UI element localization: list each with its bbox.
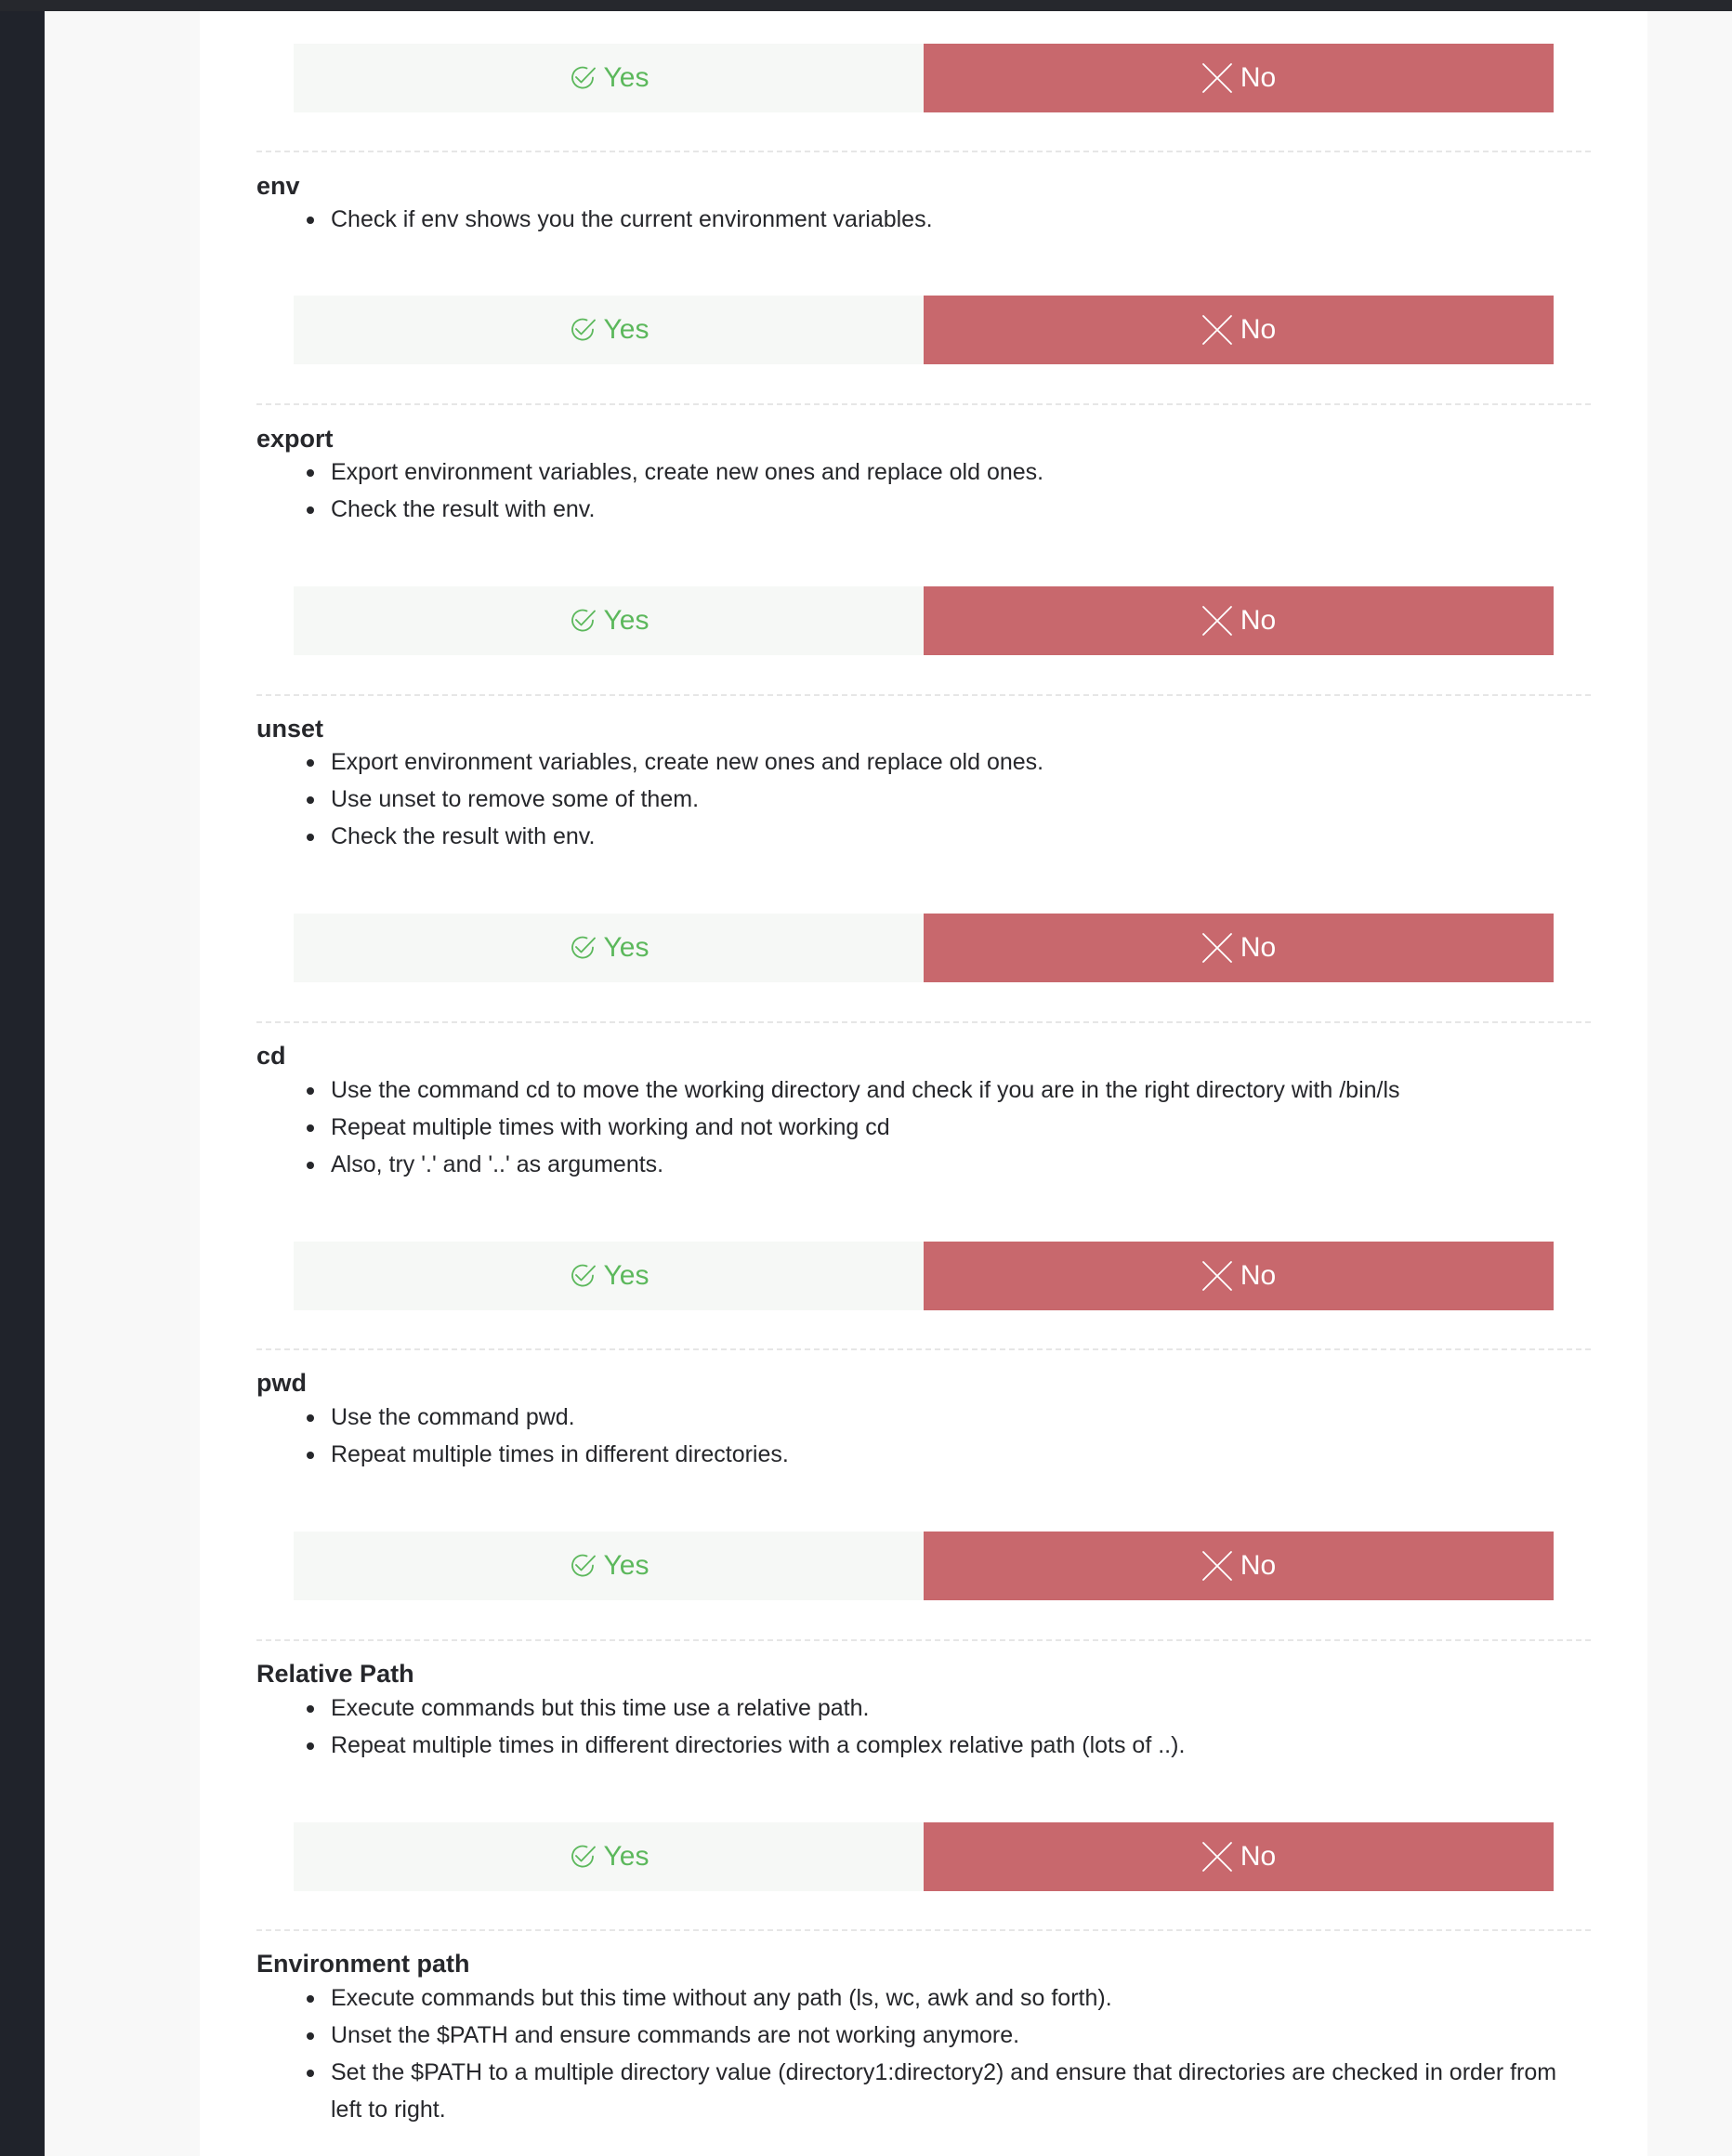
checklist: Use the command cd to move the working d… (256, 1071, 1591, 1183)
yes-label: Yes (603, 1260, 650, 1291)
checklist-item: Check the result with env. (256, 491, 1591, 528)
close-icon (1201, 933, 1232, 963)
section-divider (256, 1348, 1591, 1350)
check-circle-icon (571, 1845, 596, 1868)
no-label: No (1240, 1550, 1277, 1581)
answer-row: Yes No (294, 586, 1554, 655)
no-button[interactable]: No (924, 44, 1554, 112)
checklist: Execute commands but this time use a rel… (256, 1689, 1591, 1764)
checklist-item: Repeat multiple times in different direc… (256, 1727, 1591, 1764)
check-circle-icon (571, 936, 596, 959)
no-label: No (1240, 605, 1277, 636)
section-divider (256, 151, 1591, 152)
yes-button[interactable]: Yes (294, 586, 924, 655)
checklist-item: Export environment variables, create new… (256, 743, 1591, 781)
answer-row: Yes No (294, 1532, 1554, 1600)
checklist: Export environment variables, create new… (256, 743, 1591, 855)
section-title: export (256, 425, 334, 453)
close-icon (1201, 63, 1232, 93)
checklist: Check if env shows you the current envir… (256, 201, 1591, 238)
no-label: No (1240, 314, 1277, 345)
check-circle-icon (571, 66, 596, 89)
no-button[interactable]: No (924, 296, 1554, 364)
checklist-item: Repeat multiple times with working and n… (256, 1109, 1591, 1146)
checklist-item: Use the command pwd. (256, 1399, 1591, 1436)
yes-label: Yes (603, 605, 650, 636)
section-title: unset (256, 715, 324, 743)
checklist-item: Set the $PATH to a multiple directory va… (256, 2054, 1591, 2128)
checklist-item: Export environment variables, create new… (256, 454, 1591, 491)
check-circle-icon (571, 1554, 596, 1577)
check-circle-icon (571, 318, 596, 341)
section-divider (256, 1639, 1591, 1641)
yes-button[interactable]: Yes (294, 296, 924, 364)
left-sidebar (0, 11, 45, 2156)
checklist: Execute commands but this time without a… (256, 1979, 1591, 2128)
yes-label: Yes (603, 932, 650, 963)
window-top-bar (0, 0, 1732, 11)
section-title: cd (256, 1042, 286, 1070)
section-title: env (256, 172, 300, 200)
check-circle-icon (571, 609, 596, 632)
close-icon (1201, 1551, 1232, 1581)
close-icon (1201, 1261, 1232, 1291)
yes-label: Yes (603, 1841, 650, 1872)
checklist-item: Unset the $PATH and ensure commands are … (256, 2017, 1591, 2054)
checklist-item: Execute commands but this time without a… (256, 1979, 1591, 2017)
yes-label: Yes (603, 62, 650, 93)
checklist-item: Use unset to remove some of them. (256, 781, 1591, 818)
section-divider (256, 1929, 1591, 1931)
yes-button[interactable]: Yes (294, 44, 924, 112)
section-title: Environment path (256, 1950, 470, 1978)
yes-label: Yes (603, 1550, 650, 1581)
yes-button[interactable]: Yes (294, 1822, 924, 1891)
no-button[interactable]: No (924, 914, 1554, 982)
no-button[interactable]: No (924, 586, 1554, 655)
checklist-item: Repeat multiple times in different direc… (256, 1436, 1591, 1473)
checklist-item: Also, try '.' and '..' as arguments. (256, 1146, 1591, 1183)
yes-button[interactable]: Yes (294, 914, 924, 982)
checklist-item: Check if env shows you the current envir… (256, 201, 1591, 238)
answer-row: Yes No (294, 1242, 1554, 1310)
checklist-item: Use the command cd to move the working d… (256, 1071, 1591, 1109)
no-label: No (1240, 1841, 1277, 1872)
close-icon (1201, 606, 1232, 636)
answer-row: Yes No (294, 296, 1554, 364)
no-label: No (1240, 1260, 1277, 1291)
answer-row-previous: Yes No (294, 44, 1554, 112)
yes-button[interactable]: Yes (294, 1532, 924, 1600)
close-icon (1201, 1842, 1232, 1872)
answer-row: Yes No (294, 1822, 1554, 1891)
no-button[interactable]: No (924, 1532, 1554, 1600)
checklist: Export environment variables, create new… (256, 454, 1591, 528)
yes-button[interactable]: Yes (294, 1242, 924, 1310)
section-divider (256, 403, 1591, 405)
check-circle-icon (571, 1264, 596, 1287)
section-divider (256, 1021, 1591, 1023)
answer-row: Yes No (294, 914, 1554, 982)
section-divider (256, 694, 1591, 696)
no-label: No (1240, 932, 1277, 963)
yes-label: Yes (603, 314, 650, 345)
checklist: Use the command pwd. Repeat multiple time… (256, 1399, 1591, 1473)
checklist-item: Check the result with env. (256, 818, 1591, 855)
section-title: Relative Path (256, 1660, 414, 1688)
section-title: pwd (256, 1369, 307, 1397)
no-button[interactable]: No (924, 1822, 1554, 1891)
checklist-item: Execute commands but this time use a rel… (256, 1689, 1591, 1727)
no-label: No (1240, 62, 1277, 93)
close-icon (1201, 315, 1232, 345)
no-button[interactable]: No (924, 1242, 1554, 1310)
